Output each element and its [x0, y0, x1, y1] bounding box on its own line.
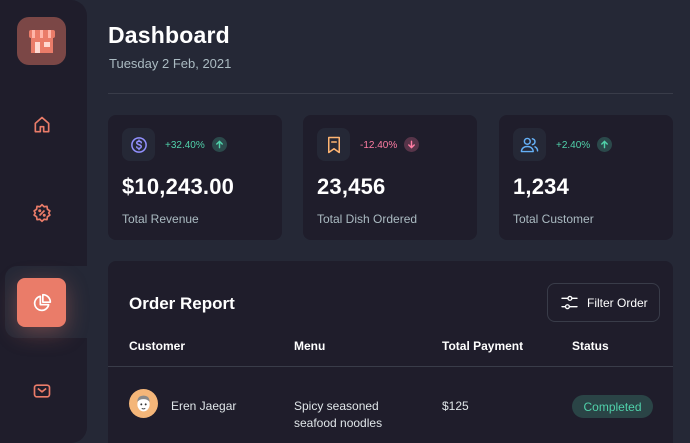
stat-value: 1,234 — [513, 174, 570, 199]
stat-icon-box — [513, 128, 546, 161]
stat-change: -12.40% — [360, 140, 398, 151]
pie-chart-icon — [33, 293, 51, 311]
total-payment: $125 — [442, 399, 469, 413]
avatar — [129, 389, 158, 418]
home-icon — [34, 116, 50, 132]
menu-line-1: Spicy seasoned — [294, 399, 379, 413]
header-divider — [108, 93, 673, 94]
stat-card-revenue: +32.40% $10,243.00 Total Revenue — [108, 115, 282, 240]
stat-icon-box — [317, 128, 350, 161]
column-header-status[interactable]: Status — [572, 339, 609, 353]
trend-down-icon — [404, 137, 419, 152]
column-header-menu[interactable]: Menu — [294, 339, 325, 353]
stat-card-dishes: -12.40% 23,456 Total Dish Ordered — [303, 115, 477, 240]
sidebar-item-discount[interactable] — [17, 188, 66, 237]
bookmark-icon — [327, 136, 340, 153]
filter-order-button[interactable]: Filter Order — [547, 283, 660, 322]
users-icon — [520, 137, 539, 152]
store-icon — [28, 30, 55, 53]
sidebar-item-messages[interactable] — [17, 366, 66, 415]
stat-card-customers: +2.40% 1,234 Total Customer — [499, 115, 673, 240]
mail-icon — [33, 383, 50, 398]
menu-line-2: seafood noodles — [294, 416, 383, 430]
sidebar — [0, 0, 87, 443]
stat-label: Total Customer — [513, 212, 594, 226]
stat-label: Total Revenue — [122, 212, 199, 226]
column-header-total-payment[interactable]: Total Payment — [442, 339, 523, 353]
stat-label: Total Dish Ordered — [317, 212, 418, 226]
page-date: Tuesday 2 Feb, 2021 — [109, 56, 232, 71]
column-header-customer[interactable]: Customer — [129, 339, 185, 353]
stat-change: +32.40% — [165, 140, 205, 151]
report-title: Order Report — [129, 294, 235, 313]
stat-icon-box — [122, 128, 155, 161]
trend-up-icon — [597, 137, 612, 152]
sidebar-item-dashboard[interactable] — [17, 278, 66, 327]
trend-up-icon — [212, 137, 227, 152]
discount-icon — [32, 203, 51, 222]
stat-change: +2.40% — [556, 140, 591, 151]
stat-value: 23,456 — [317, 174, 386, 199]
table-header-divider — [108, 366, 673, 367]
customer-name: Eren Jaegar — [171, 399, 237, 413]
status-badge: Completed — [572, 395, 653, 418]
dollar-icon — [130, 136, 147, 153]
filter-order-label: Filter Order — [587, 295, 648, 310]
sidebar-item-home[interactable] — [17, 100, 66, 149]
filter-sliders-icon — [561, 295, 578, 310]
page-title: Dashboard — [108, 22, 230, 48]
stat-value: $10,243.00 — [122, 174, 235, 199]
order-report-panel: Order Report Filter Order Customer Menu … — [108, 261, 673, 443]
store-logo[interactable] — [17, 17, 66, 65]
